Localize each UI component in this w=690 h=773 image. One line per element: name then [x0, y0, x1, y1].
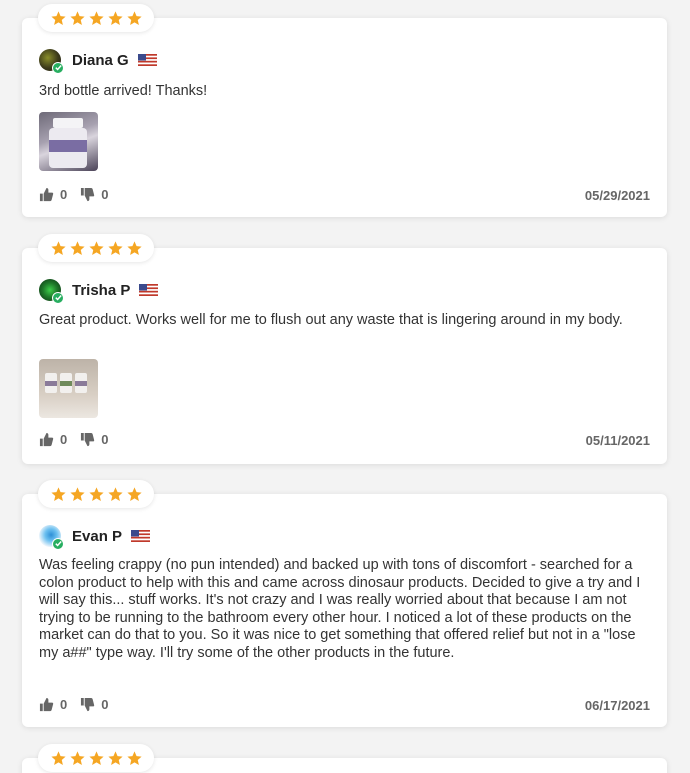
star-icon — [88, 10, 104, 25]
reviewer-name[interactable]: Evan P — [72, 528, 122, 545]
dislike-count: 0 — [101, 697, 109, 712]
star-icon — [50, 10, 66, 25]
star-icon — [88, 750, 104, 765]
review-date: 05/11/2021 — [585, 433, 650, 448]
star-icon — [88, 486, 104, 501]
vote-controls: 0 0 — [39, 697, 121, 712]
like-count: 0 — [60, 697, 68, 712]
reviewer-name[interactable]: Trisha P — [72, 282, 130, 299]
avatar — [39, 525, 64, 550]
star-icon — [126, 240, 142, 255]
review-text: Was feeling crappy (no pun intended) and… — [39, 557, 641, 661]
dislike-count: 0 — [101, 432, 109, 447]
star-icon — [107, 240, 123, 255]
thumbs-up-icon[interactable] — [39, 697, 54, 712]
bottle-image — [49, 118, 87, 168]
star-icon — [69, 486, 85, 501]
star-rating — [38, 744, 154, 772]
avatar — [39, 279, 64, 304]
review-header: Trisha P — [39, 278, 159, 304]
review-header: Evan P — [39, 524, 151, 550]
review-card: Evan P Was feeling crappy (no pun intend… — [22, 480, 667, 727]
verified-check-icon — [52, 538, 64, 550]
bottles-image — [45, 373, 87, 393]
us-flag-icon — [131, 530, 151, 542]
thumbs-up-icon[interactable] — [39, 187, 54, 202]
star-icon — [50, 750, 66, 765]
star-rating — [38, 4, 154, 32]
star-icon — [107, 750, 123, 765]
star-icon — [107, 10, 123, 25]
review-header: Diana G — [39, 48, 157, 74]
star-rating — [38, 234, 154, 262]
review-photo[interactable] — [39, 112, 98, 171]
star-icon — [69, 10, 85, 25]
star-icon — [107, 486, 123, 501]
vote-controls: 0 0 — [39, 187, 121, 202]
thumbs-down-icon[interactable] — [80, 187, 95, 202]
thumbs-down-icon[interactable] — [80, 697, 95, 712]
star-icon — [50, 486, 66, 501]
dislike-count: 0 — [101, 187, 109, 202]
thumbs-up-icon[interactable] — [39, 432, 54, 447]
review-photo[interactable] — [39, 359, 98, 418]
star-icon — [50, 240, 66, 255]
us-flag-icon — [137, 54, 157, 66]
verified-check-icon — [52, 62, 64, 74]
review-card — [22, 744, 667, 773]
review-date: 05/29/2021 — [584, 188, 650, 203]
avatar — [39, 49, 64, 74]
reviewer-name[interactable]: Diana G — [72, 52, 129, 69]
star-icon — [88, 240, 104, 255]
like-count: 0 — [60, 432, 68, 447]
review-card: Diana G 3rd bottle arrived! Thanks! 0 0 … — [22, 4, 667, 217]
like-count: 0 — [60, 187, 68, 202]
review-text: 3rd bottle arrived! Thanks! — [39, 83, 208, 99]
star-icon — [126, 10, 142, 25]
review-text: Great product. Works well for me to flus… — [39, 312, 623, 328]
star-icon — [69, 240, 85, 255]
us-flag-icon — [139, 284, 159, 296]
star-icon — [69, 750, 85, 765]
star-icon — [126, 750, 142, 765]
verified-check-icon — [52, 292, 64, 304]
review-card: Trisha P Great product. Works well for m… — [22, 234, 667, 464]
thumbs-down-icon[interactable] — [80, 432, 95, 447]
review-date: 06/17/2021 — [584, 698, 650, 713]
vote-controls: 0 0 — [39, 432, 121, 447]
star-rating — [38, 480, 154, 508]
star-icon — [126, 486, 142, 501]
